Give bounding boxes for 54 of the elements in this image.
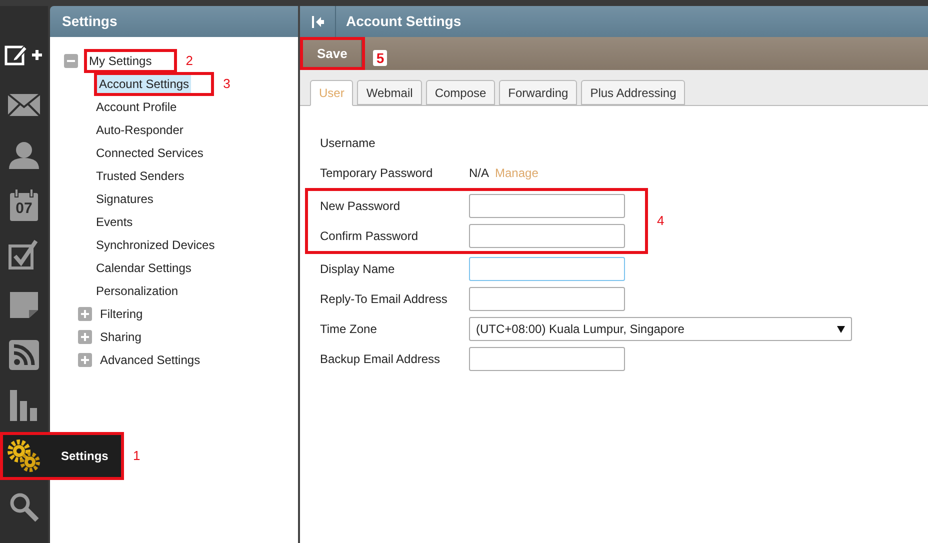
tree-item[interactable]: Account Settings (97, 74, 192, 92)
tree-item[interactable]: Signatures (94, 190, 156, 208)
annotation-number: 5 (373, 50, 388, 66)
tab[interactable]: Compose (426, 80, 496, 105)
field-label: Confirm Password (319, 228, 420, 245)
tree-item[interactable]: Connected Services (94, 144, 206, 162)
field-label: Time Zone (319, 321, 378, 338)
tree-item[interactable]: Calendar Settings (94, 258, 194, 276)
gears-icon (7, 439, 41, 473)
note-icon (9, 291, 39, 319)
dropdown-caret-icon (837, 326, 845, 332)
tree-item[interactable]: My Settings (87, 52, 154, 70)
rss-icon (9, 340, 39, 370)
tree-item[interactable]: Synchronized Devices (94, 236, 217, 254)
input-field[interactable] (469, 257, 625, 281)
tree-item[interactable]: Advanced Settings (98, 350, 202, 368)
envelope-icon (7, 93, 41, 117)
tree-item[interactable]: Account Profile (94, 98, 179, 116)
panel-header: Settings (50, 6, 298, 37)
input-field[interactable] (469, 347, 625, 371)
checkbox-icon (8, 239, 40, 271)
field-label: Temporary Password (319, 165, 434, 182)
field-label: Username (319, 135, 376, 152)
tree-item[interactable]: Trusted Senders (94, 166, 186, 184)
tree-item[interactable]: Filtering (98, 304, 145, 322)
field-label: New Password (319, 198, 402, 215)
field-label: Reply-To Email Address (319, 291, 448, 308)
bar-chart-icon (9, 389, 39, 421)
tree-item[interactable]: Personalization (94, 282, 180, 300)
input-field[interactable] (469, 194, 625, 218)
tab[interactable]: Plus Addressing (581, 80, 686, 105)
compose-icon (4, 43, 44, 67)
tree-item[interactable]: Events (94, 212, 135, 230)
annotation-number: 4 (656, 212, 666, 230)
main-title: Account Settings (345, 12, 462, 31)
field-value: N/A (469, 165, 490, 182)
input-field[interactable] (469, 287, 625, 311)
collapse-arrow-icon (310, 14, 324, 28)
search-icon (9, 492, 39, 522)
time-zone-dropdown[interactable]: (UTC+08:00) Kuala Lumpur, Singapore (469, 317, 852, 341)
tab[interactable]: Forwarding (499, 80, 578, 105)
tab[interactable]: Webmail (357, 80, 422, 105)
rail-item[interactable]: Settings (3, 435, 121, 477)
annotation-number: 3 (222, 74, 232, 93)
tree-item[interactable]: Auto-Responder (94, 120, 186, 138)
save-button[interactable]: Save (303, 40, 362, 67)
field-label: Backup Email Address (319, 351, 442, 368)
rail-item[interactable]: 07 (0, 180, 48, 230)
input-field[interactable] (469, 224, 625, 248)
person-icon (7, 141, 41, 169)
tree-item[interactable]: Sharing (98, 328, 144, 346)
annotation-number: 1 (132, 447, 142, 466)
field-label: Display Name (319, 261, 396, 278)
annotation-number: 2 (184, 52, 194, 70)
